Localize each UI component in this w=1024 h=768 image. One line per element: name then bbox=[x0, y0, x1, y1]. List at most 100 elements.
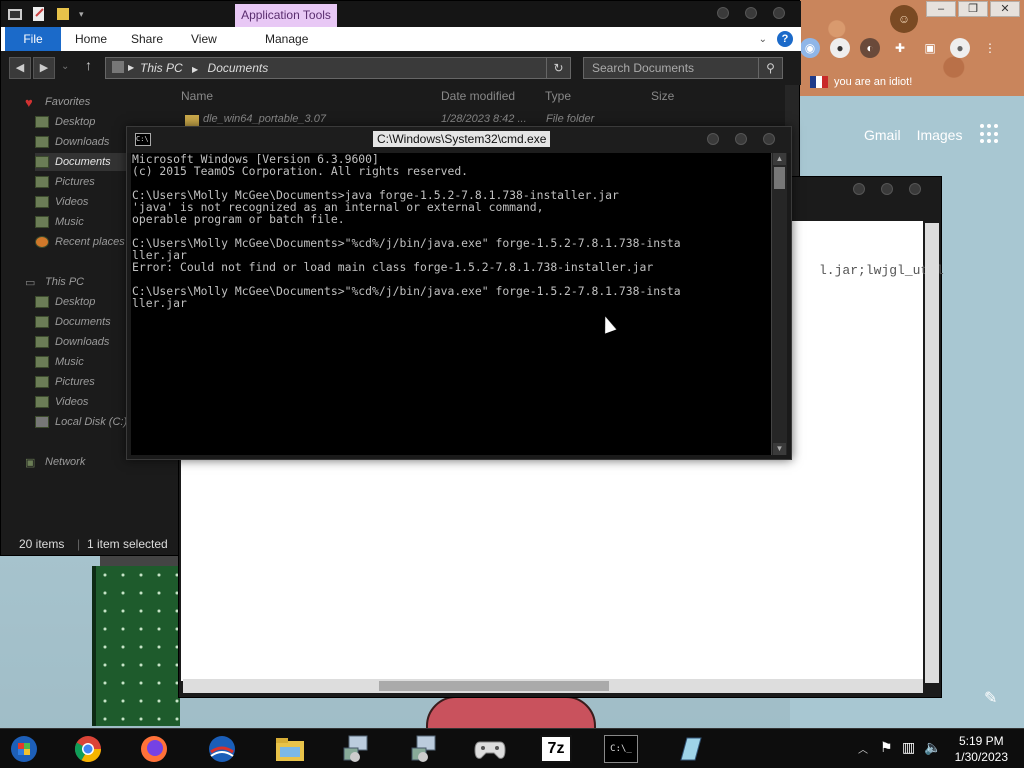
videos-icon bbox=[35, 196, 49, 208]
vertical-scrollbar[interactable] bbox=[925, 223, 939, 683]
this-pc-header[interactable]: ▭ This PC bbox=[25, 273, 84, 291]
search-icon[interactable]: ⚲ bbox=[758, 58, 782, 78]
installer-icon[interactable] bbox=[338, 733, 374, 765]
sidebar-item-pc-music[interactable]: Music bbox=[35, 353, 84, 371]
chrome-icon[interactable] bbox=[70, 733, 106, 765]
minimize-button[interactable] bbox=[707, 133, 719, 145]
sidebar-item-pc-desktop[interactable]: Desktop bbox=[35, 293, 95, 311]
7zip-icon[interactable]: 7z bbox=[540, 735, 572, 763]
puzzle-icon[interactable]: ✚ bbox=[890, 38, 910, 58]
maximize-button[interactable]: ❐ bbox=[958, 1, 988, 17]
console-scrollbar[interactable]: ▲ ▼ bbox=[771, 153, 787, 455]
close-button[interactable] bbox=[763, 133, 775, 145]
recent-chevron-icon[interactable]: ⌄ bbox=[61, 61, 69, 72]
tab-view[interactable]: View bbox=[181, 27, 227, 51]
sidebar-icon[interactable]: ▣ bbox=[920, 38, 940, 58]
tab-share[interactable]: Share bbox=[121, 27, 173, 51]
sidebar-item-recent-places[interactable]: Recent places bbox=[35, 233, 125, 251]
gmail-link[interactable]: Gmail bbox=[864, 127, 901, 143]
cmd-icon[interactable]: C:\ bbox=[135, 133, 151, 146]
scrollbar-thumb[interactable] bbox=[379, 681, 609, 691]
up-arrow-icon[interactable]: ↑ bbox=[85, 57, 92, 73]
scroll-up-arrow[interactable]: ▲ bbox=[773, 153, 786, 165]
minimize-button[interactable] bbox=[853, 183, 865, 195]
close-button[interactable] bbox=[773, 7, 785, 19]
extension-icon[interactable]: ◐ bbox=[860, 38, 880, 58]
close-button[interactable]: ✕ bbox=[990, 1, 1020, 17]
explorer-icon[interactable] bbox=[7, 6, 23, 22]
tab-home[interactable]: Home bbox=[65, 27, 117, 51]
bookmark-item[interactable]: you are an idiot! bbox=[810, 76, 912, 88]
profile-avatar[interactable]: ☺ bbox=[890, 5, 918, 33]
chevron-right-icon[interactable]: ▶ bbox=[128, 58, 134, 78]
network-icon[interactable]: ▥ bbox=[902, 739, 915, 756]
sidebar-item-local-disk[interactable]: Local Disk (C:) bbox=[35, 413, 127, 431]
chevron-down-icon[interactable]: ⌄ bbox=[759, 34, 767, 45]
horizontal-scrollbar[interactable] bbox=[183, 679, 923, 693]
obama-icon[interactable] bbox=[204, 733, 240, 765]
maximize-button[interactable] bbox=[881, 183, 893, 195]
sidebar-item-pc-videos[interactable]: Videos bbox=[35, 393, 88, 411]
sidebar-item-pc-documents[interactable]: Documents bbox=[35, 313, 111, 331]
action-center-flag-icon[interactable]: ⚑ bbox=[880, 739, 893, 756]
back-button[interactable]: ◀ bbox=[9, 57, 31, 79]
scrollbar-thumb[interactable] bbox=[774, 167, 785, 189]
console-output[interactable]: Microsoft Windows [Version 6.3.9600] (c)… bbox=[131, 153, 771, 455]
scroll-down-arrow[interactable]: ▼ bbox=[773, 443, 786, 455]
help-icon[interactable]: ? bbox=[777, 31, 793, 47]
favorites-header[interactable]: ♥ Favorites bbox=[25, 93, 90, 111]
sidebar-item-downloads[interactable]: Downloads bbox=[35, 133, 109, 151]
sidebar-item-videos[interactable]: Videos bbox=[35, 193, 88, 211]
account-icon[interactable]: ● bbox=[950, 38, 970, 58]
volume-icon[interactable]: 🔈 bbox=[924, 739, 941, 756]
tab-file[interactable]: File bbox=[5, 27, 61, 51]
file-explorer-icon[interactable] bbox=[272, 733, 308, 765]
windows-explorer-icon[interactable] bbox=[6, 733, 42, 765]
clock-time: 5:19 PM bbox=[958, 734, 1004, 748]
network-header[interactable]: ▣ Network bbox=[25, 453, 85, 471]
maximize-button[interactable] bbox=[735, 133, 747, 145]
firefox-icon[interactable] bbox=[136, 733, 172, 765]
chevron-down-icon[interactable]: ▾ bbox=[79, 9, 84, 20]
apps-grid-icon[interactable] bbox=[980, 124, 1000, 144]
sidebar-item-music[interactable]: Music bbox=[35, 213, 84, 231]
sidebar-item-pc-pictures[interactable]: Pictures bbox=[35, 373, 95, 391]
sidebar-item-desktop[interactable]: Desktop bbox=[35, 113, 95, 131]
console-text: Microsoft Windows [Version 6.3.9600] (c)… bbox=[132, 153, 681, 310]
extension-icon[interactable]: ● bbox=[830, 38, 850, 58]
address-bar-row: ◀ ▶ ⌄ ↑ ▶ This PC ▶ Documents ↻ Search D… bbox=[1, 51, 801, 85]
tray-expand-icon[interactable]: ︿ bbox=[858, 741, 868, 756]
column-size[interactable]: Size bbox=[651, 89, 674, 103]
breadcrumb-this-pc[interactable]: This PC bbox=[140, 61, 183, 75]
chevron-right-icon[interactable]: ▶ bbox=[192, 65, 198, 74]
properties-icon[interactable] bbox=[31, 6, 47, 22]
column-date[interactable]: Date modified bbox=[441, 89, 515, 103]
column-type[interactable]: Type bbox=[545, 89, 571, 103]
gamepad-icon[interactable] bbox=[472, 733, 508, 765]
column-name[interactable]: Name bbox=[181, 89, 213, 103]
sidebar-item-pc-downloads[interactable]: Downloads bbox=[35, 333, 109, 351]
cmd-icon[interactable]: C:\_ bbox=[604, 735, 638, 763]
edit-pencil-icon[interactable]: ✎ bbox=[984, 688, 997, 708]
minimize-button[interactable] bbox=[717, 7, 729, 19]
sidebar-item-pictures[interactable]: Pictures bbox=[35, 173, 95, 191]
clock-date: 1/30/2023 bbox=[954, 750, 1008, 764]
search-input[interactable]: Search Documents ⚲ bbox=[583, 57, 783, 79]
new-folder-icon[interactable] bbox=[55, 6, 71, 22]
close-button[interactable] bbox=[909, 183, 921, 195]
notepad-icon[interactable] bbox=[672, 733, 708, 765]
clock[interactable]: 5:19 PM 1/30/2023 bbox=[955, 733, 1008, 765]
installer2-icon[interactable] bbox=[406, 733, 442, 765]
forward-button[interactable]: ▶ bbox=[33, 57, 55, 79]
minimize-button[interactable]: – bbox=[926, 1, 956, 17]
file-date: 1/28/2023 8:42 ... bbox=[441, 113, 527, 125]
breadcrumb-documents[interactable]: Documents bbox=[208, 61, 269, 75]
menu-icon[interactable]: ⋮ bbox=[980, 38, 1000, 58]
refresh-icon[interactable]: ↻ bbox=[546, 58, 570, 78]
maximize-button[interactable] bbox=[745, 7, 757, 19]
images-link[interactable]: Images bbox=[917, 127, 963, 143]
explorer-titlebar: ▾ Application Tools bbox=[1, 1, 801, 28]
extension-icon[interactable]: ◉ bbox=[800, 38, 820, 58]
tab-manage[interactable]: Manage bbox=[255, 27, 318, 51]
address-input[interactable]: ▶ This PC ▶ Documents ↻ bbox=[105, 57, 571, 79]
